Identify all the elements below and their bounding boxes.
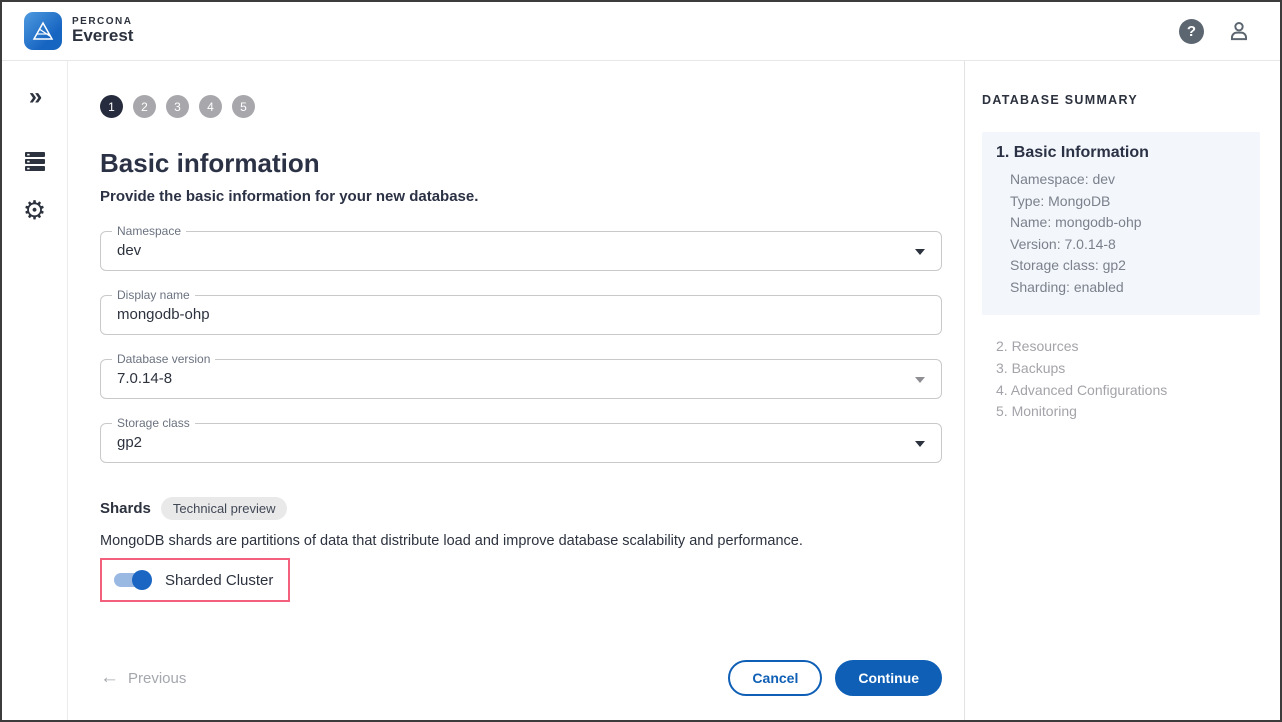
database-version-select[interactable]: Database version 7.0.14-8 — [100, 359, 942, 399]
database-summary-panel: DATABASE SUMMARY 1. Basic Information Na… — [964, 61, 1280, 720]
step-2[interactable]: 2 — [133, 95, 156, 118]
database-summary-title: DATABASE SUMMARY — [982, 93, 1260, 107]
display-name-value: mongodb-ohp — [101, 296, 941, 334]
summary-section-backups: 3. Backups — [996, 358, 1260, 380]
help-icon[interactable]: ? — [1179, 19, 1204, 44]
display-name-input[interactable]: Display name mongodb-ohp — [100, 295, 942, 335]
summary-version: Version: 7.0.14-8 — [1010, 234, 1246, 256]
step-5[interactable]: 5 — [232, 95, 255, 118]
previous-label: Previous — [128, 670, 186, 687]
database-version-value: 7.0.14-8 — [101, 360, 941, 398]
shards-description: MongoDB shards are partitions of data th… — [100, 533, 942, 549]
step-4[interactable]: 4 — [199, 95, 222, 118]
summary-section-advanced-configurations: 4. Advanced Configurations — [996, 380, 1260, 402]
arrow-left-icon: ← — [100, 667, 119, 689]
databases-list-icon[interactable] — [23, 151, 47, 173]
summary-storage-class: Storage class: gp2 — [1010, 255, 1246, 277]
toggle-thumb — [132, 570, 152, 590]
storage-class-label: Storage class — [112, 416, 195, 430]
summary-type: Type: MongoDB — [1010, 191, 1246, 213]
step-3[interactable]: 3 — [166, 95, 189, 118]
shards-section-label: Shards — [100, 500, 151, 517]
page-subtitle: Provide the basic information for your n… — [100, 188, 942, 205]
percona-logo-icon — [24, 12, 62, 50]
namespace-value: dev — [101, 232, 941, 270]
wizard-stepper: 1 2 3 4 5 — [100, 95, 942, 118]
summary-section-resources: 2. Resources — [996, 336, 1260, 358]
cancel-button[interactable]: Cancel — [728, 660, 822, 696]
summary-namespace: Namespace: dev — [1010, 169, 1246, 191]
chevron-down-icon — [915, 249, 925, 255]
expand-sidebar-icon[interactable]: » — [29, 85, 40, 109]
left-nav-rail: » ⚙ — [2, 61, 68, 720]
summary-basic-information-card: 1. Basic Information Namespace: dev Type… — [982, 132, 1260, 315]
namespace-select[interactable]: Namespace dev — [100, 231, 942, 271]
summary-name: Name: mongodb-ohp — [1010, 212, 1246, 234]
storage-class-select[interactable]: Storage class gp2 — [100, 423, 942, 463]
continue-button[interactable]: Continue — [835, 660, 942, 696]
database-version-label: Database version — [112, 352, 215, 366]
sharded-cluster-toggle-label: Sharded Cluster — [165, 572, 273, 589]
brand-everest: Everest — [72, 27, 133, 46]
storage-class-value: gp2 — [101, 424, 941, 462]
namespace-label: Namespace — [112, 224, 186, 238]
summary-section-1-title: 1. Basic Information — [996, 144, 1246, 162]
previous-button[interactable]: ← Previous — [100, 667, 186, 689]
step-1[interactable]: 1 — [100, 95, 123, 118]
user-profile-icon[interactable] — [1226, 18, 1252, 44]
everest-logo[interactable]: PERCONA Everest — [24, 12, 133, 50]
technical-preview-badge: Technical preview — [161, 497, 288, 520]
chevron-down-icon — [915, 377, 925, 383]
settings-gear-icon[interactable]: ⚙ — [23, 197, 46, 223]
summary-section-monitoring: 5. Monitoring — [996, 401, 1260, 423]
page-title: Basic information — [100, 148, 942, 179]
app-header: PERCONA Everest ? — [2, 2, 1280, 61]
chevron-down-icon — [915, 441, 925, 447]
red-annotation-box: Sharded Cluster — [100, 558, 290, 602]
sharded-cluster-toggle[interactable] — [112, 570, 152, 590]
display-name-label: Display name — [112, 288, 195, 302]
summary-sharding: Sharding: enabled — [1010, 277, 1246, 299]
